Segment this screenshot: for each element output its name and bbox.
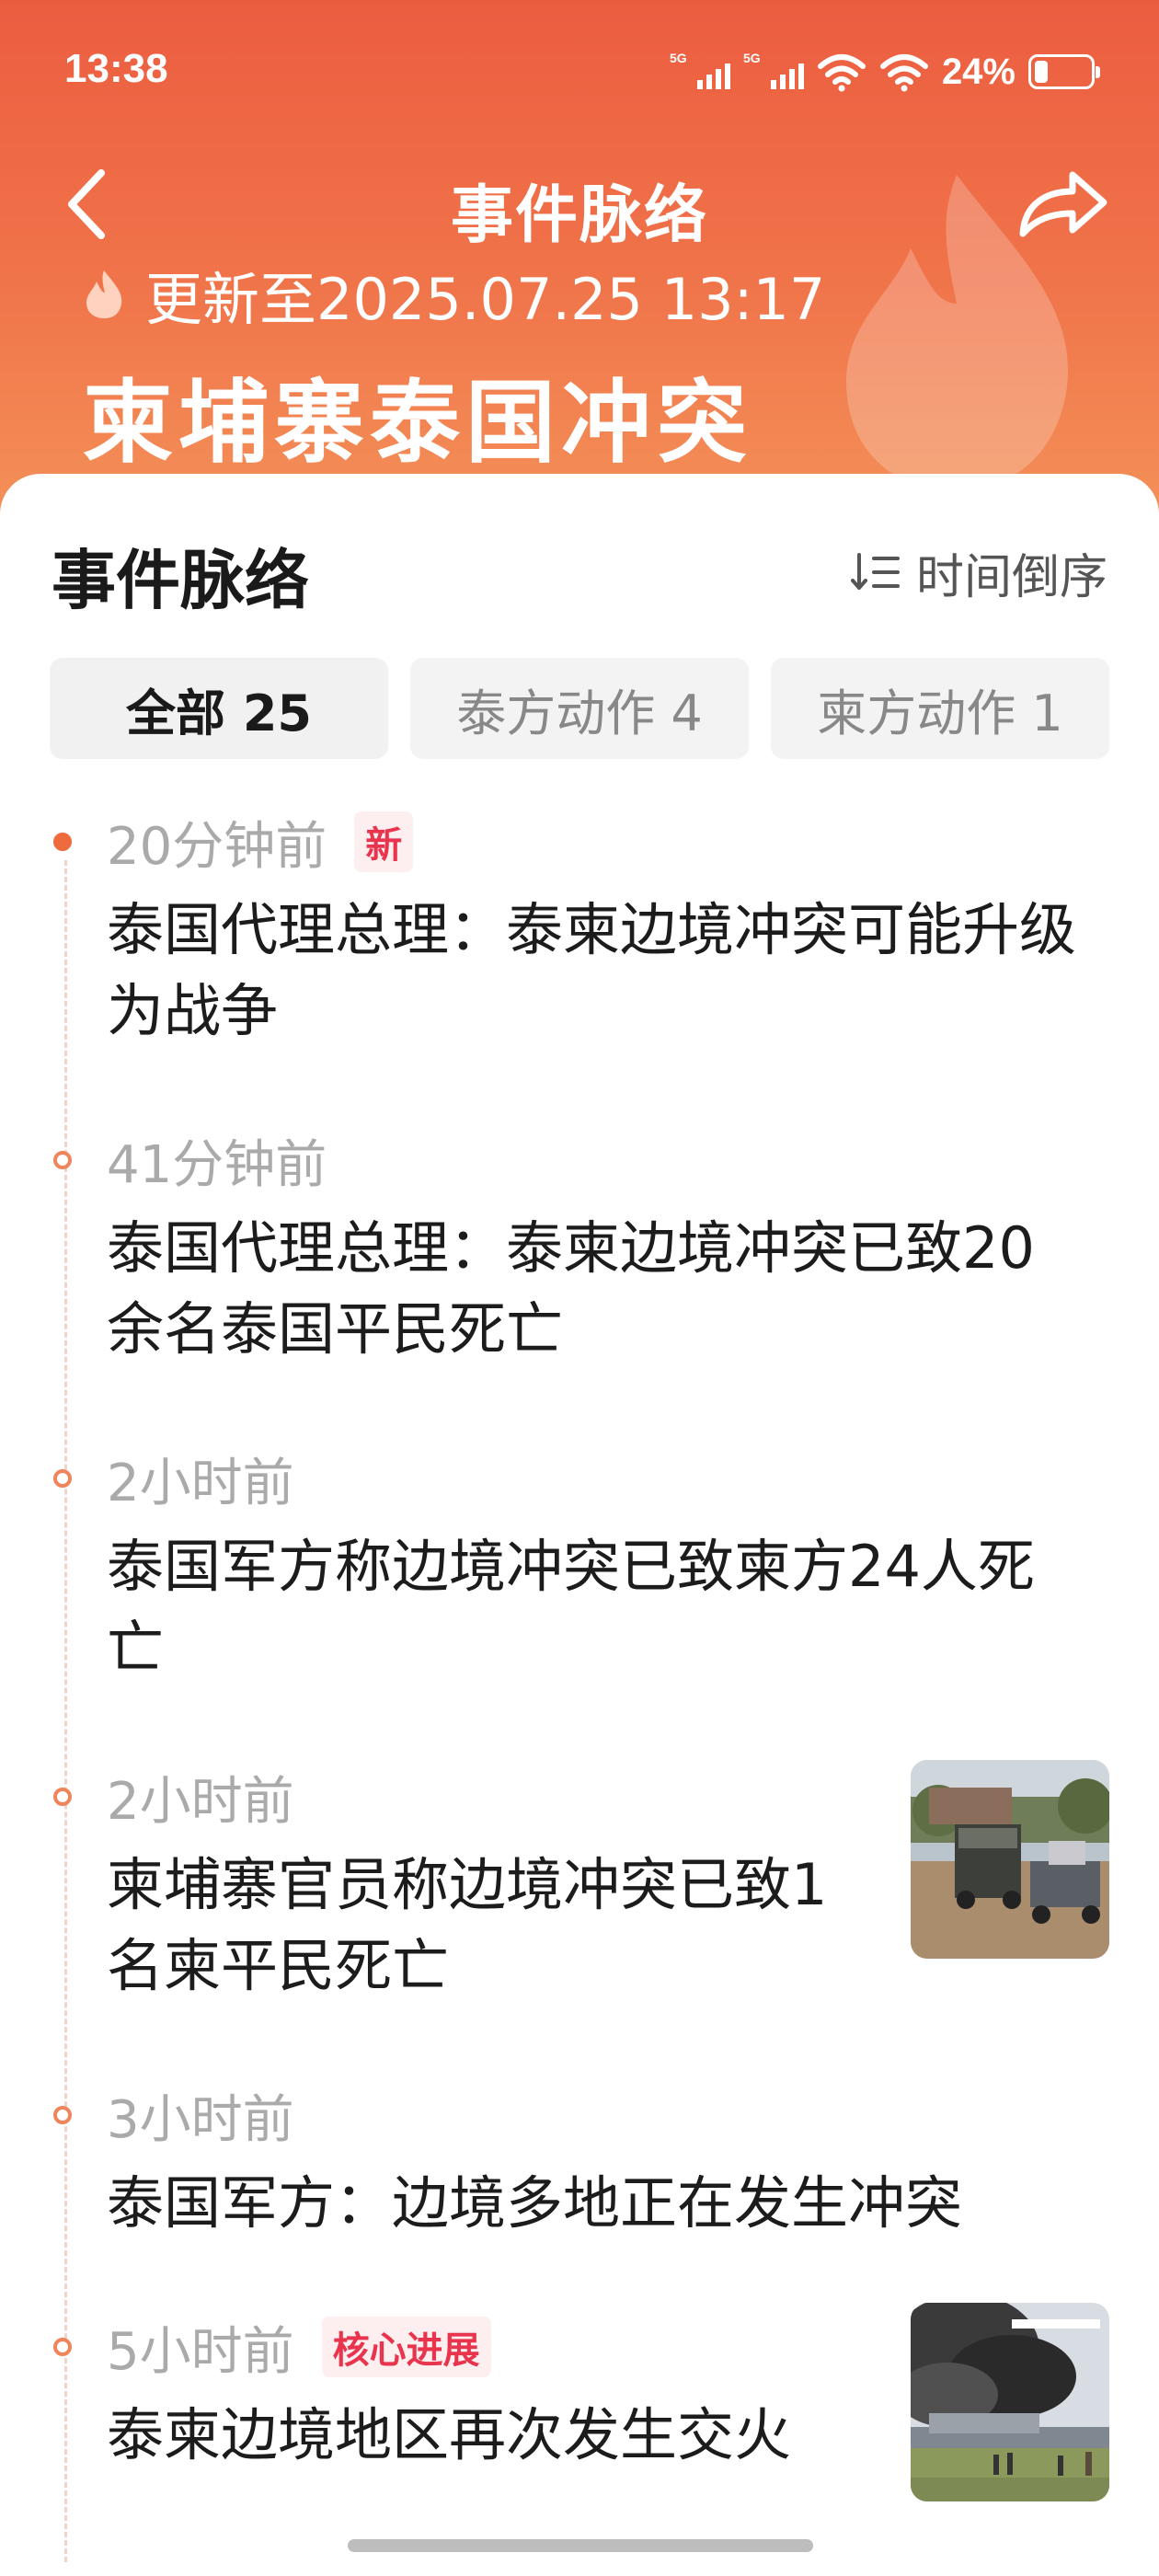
timeline-meta: 2小时前 [107, 1442, 294, 1515]
home-indicator[interactable] [348, 2539, 813, 2552]
timeline-list: 20分钟前 新 泰国代理总理：泰柬边境冲突可能升级为战争 41分钟前 泰国代理总… [0, 805, 1159, 2562]
news-photo-vehicles [911, 1760, 1109, 1959]
page-title: 事件脉络 [450, 179, 708, 252]
timeline-headline[interactable]: 泰国军方：边境多地正在发生冲突 [107, 2163, 1082, 2244]
tab-thai-actions[interactable]: 泰方动作 4 [410, 658, 749, 759]
filter-tabs: 全部 25 泰方动作 4 柬方动作 1 [50, 658, 1109, 759]
wifi-icon [879, 54, 928, 92]
wifi-icon [817, 54, 866, 92]
timeline-time: 5小时前 [107, 2321, 294, 2382]
timeline-meta: 5小时前 核心进展 [107, 2310, 491, 2384]
news-photo-smoke [911, 2303, 1109, 2501]
update-text: 更新至2025.07.25 13:17 [145, 266, 826, 333]
timeline-time: 3小时前 [107, 2089, 294, 2150]
timeline-time: 20分钟前 [107, 816, 327, 877]
share-button[interactable] [1012, 156, 1113, 248]
battery-percent: 24% [941, 51, 1016, 92]
news-thumbnail[interactable] [911, 1760, 1109, 1959]
timeline-dot [53, 1788, 72, 1806]
timeline-meta: 2小时前 [107, 1760, 294, 1834]
tab-all[interactable]: 全部 25 [50, 658, 388, 759]
timeline-dot [53, 1469, 72, 1488]
core-progress-badge: 核心进展 [321, 2317, 491, 2377]
timeline-headline[interactable]: 柬埔寨官员称边境冲突已致1名柬平民死亡 [107, 1845, 870, 2007]
battery-icon [1028, 54, 1100, 89]
timeline-time: 2小时前 [107, 1771, 294, 1832]
timeline-line [64, 860, 67, 2562]
timeline-dot [53, 833, 72, 851]
timeline-time: 41分钟前 [107, 1134, 327, 1195]
flame-icon [86, 270, 122, 318]
cell-signal-icon: 5G [743, 51, 804, 93]
topic-title: 柬埔寨泰国冲突 [83, 371, 753, 476]
cell-signal-icon: 5G [670, 51, 730, 93]
timeline-meta: 20分钟前 新 [107, 805, 414, 879]
timeline-headline[interactable]: 泰柬边境地区再次发生交火 [107, 2395, 870, 2476]
status-time: 13:38 [64, 46, 168, 91]
timeline-meta: 3小时前 [107, 2078, 294, 2152]
news-thumbnail[interactable] [911, 2303, 1109, 2501]
update-time: 更新至2025.07.25 13:17 [83, 258, 825, 333]
timeline-headline[interactable]: 泰国代理总理：泰柬边境冲突已致20余名泰国平民死亡 [107, 1208, 1082, 1370]
timeline-card: 事件脉络 时间倒序 全部 25 泰方动作 4 柬方动作 1 20分钟前 新 泰国… [0, 474, 1159, 2576]
timeline-headline[interactable]: 泰国代理总理：泰柬边境冲突可能升级为战争 [107, 890, 1082, 1052]
section-title: 事件脉络 [52, 543, 309, 618]
event-header: 13:38 5G 5G 24% 事件脉络 更新至2025.07.25 13:17… [0, 0, 1159, 515]
timeline-dot [53, 2106, 72, 2124]
sort-order-button[interactable]: 时间倒序 [850, 540, 1107, 605]
tab-cambodia-actions[interactable]: 柬方动作 1 [771, 658, 1109, 759]
timeline-dot [53, 1151, 72, 1169]
timeline-time: 2小时前 [107, 1453, 294, 1513]
timeline-headline[interactable]: 泰国军方称边境冲突已致柬方24人死亡 [107, 1526, 1082, 1688]
sort-label: 时间倒序 [915, 549, 1107, 605]
timeline-meta: 41分钟前 [107, 1123, 327, 1197]
sort-descending-icon [850, 553, 900, 590]
status-icons: 5G 5G 24% [670, 44, 1100, 99]
new-badge: 新 [354, 811, 414, 872]
share-arrow-icon [1019, 171, 1107, 237]
status-bar: 13:38 5G 5G 24% [0, 37, 1159, 110]
timeline-dot [53, 2338, 72, 2356]
nav-bar: 事件脉络 [0, 147, 1159, 258]
